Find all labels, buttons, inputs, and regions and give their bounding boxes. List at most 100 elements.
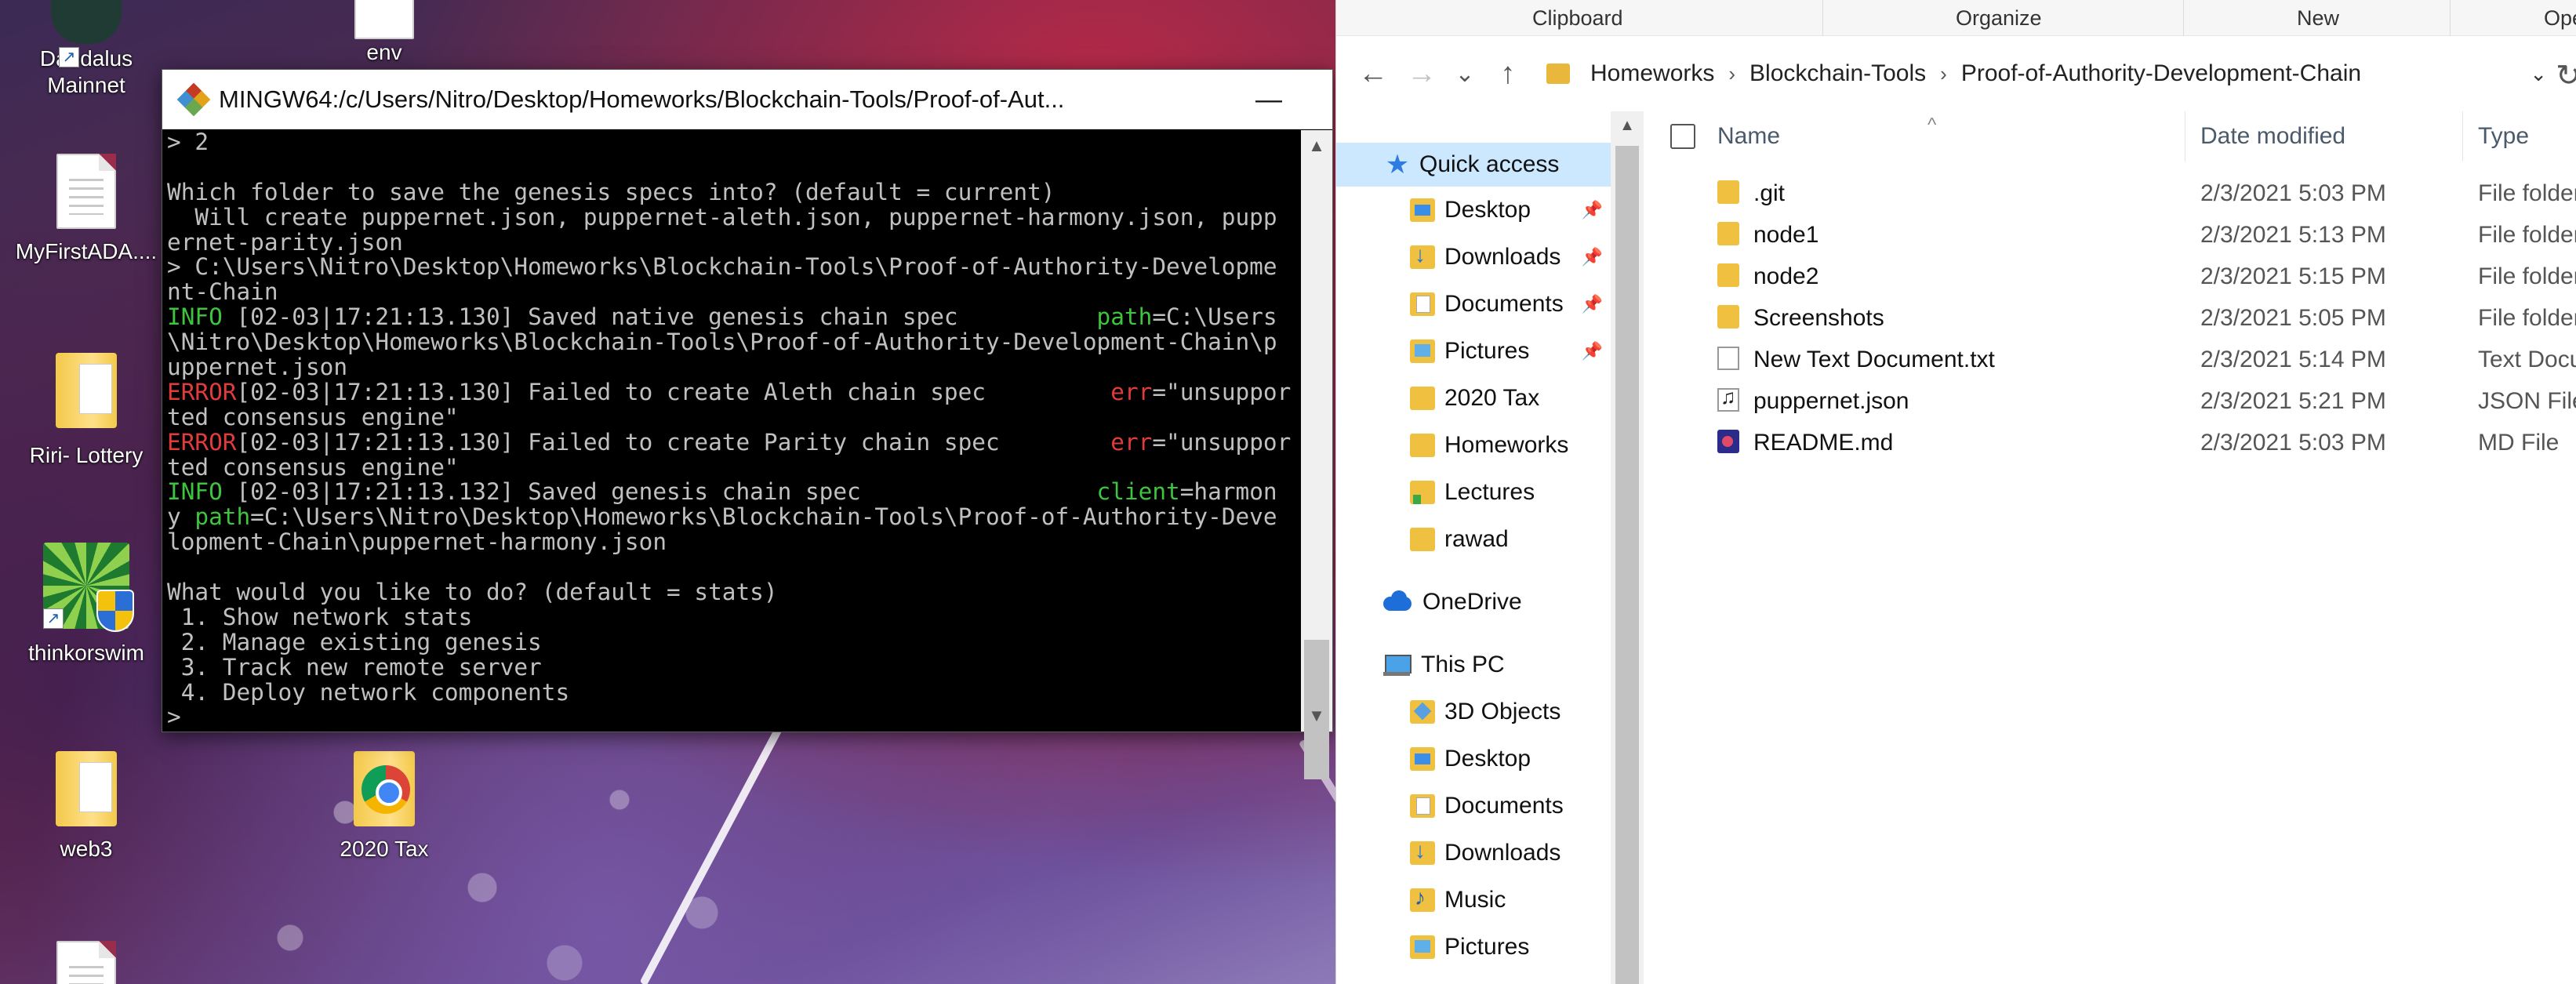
file-row[interactable]: README.md 2/3/2021 5:03 PM MD File (1644, 422, 2576, 463)
column-header-name[interactable]: Name (1717, 111, 1780, 162)
nav-quick-access[interactable]: ★ Quick access (1336, 143, 1611, 187)
chevron-right-icon[interactable]: › (1940, 62, 1947, 86)
terminal-line: Which folder to save the genesis specs i… (167, 180, 1301, 205)
scroll-up-icon[interactable]: ▲ (1611, 111, 1644, 140)
terminal-line: INFO [02-03|17:21:13.132] Saved genesis … (167, 480, 1301, 505)
nav-item-2020-tax[interactable]: 2020 Tax (1336, 376, 1611, 420)
chevron-down-icon[interactable]: ⌄ (2530, 62, 2547, 86)
nav-item-pc-downloads[interactable]: Downloads (1336, 831, 1611, 875)
file-row[interactable]: New Text Document.txt 2/3/2021 5:14 PM Tex… (1644, 339, 2576, 380)
pin-icon[interactable]: 📌 (1582, 200, 1603, 220)
desktop-icon-2020-tax[interactable]: 2020 Tax (298, 751, 471, 862)
desktop-icon-label: Daedalus Mainnet (39, 46, 133, 97)
terminal-text: err (1110, 430, 1153, 456)
nav-item-pc-desktop[interactable]: Desktop (1336, 737, 1611, 781)
column-header-date-modified[interactable]: Date modified (2200, 111, 2345, 162)
terminal-text: > C:\Users\Nitro\Desktop\Homeworks\Block… (167, 255, 1277, 281)
nav-this-pc[interactable]: This PC (1336, 643, 1611, 687)
folder-icon (56, 751, 117, 826)
folder-icon (1410, 387, 1435, 410)
terminal-title-bar[interactable]: MINGW64:/c/Users/Nitro/Desktop/Homeworks… (162, 70, 1332, 129)
terminal-text: 1. Show network stats (167, 605, 473, 630)
terminal-line: uppernet.json (167, 355, 1301, 380)
terminal-line: ERROR[02-03|17:21:13.130] Failed to crea… (167, 430, 1301, 456)
pin-icon[interactable]: 📌 (1582, 247, 1603, 267)
desktop-icon-riri-lottery[interactable]: Riri- Lottery (0, 353, 173, 469)
terminal-text: 4. Deploy network components (167, 680, 570, 706)
terminal-line: ERROR[02-03|17:21:13.130] Failed to crea… (167, 380, 1301, 405)
file-row[interactable]: .git 2/3/2021 5:03 PM File folder (1644, 172, 2576, 214)
minimize-button[interactable]: — (1225, 70, 1313, 129)
file-list[interactable]: Name ^ Date modified Type .git 2/3/2021 5… (1644, 111, 2576, 984)
terminal-output[interactable]: > 2 Which folder to save the genesis spec… (162, 130, 1301, 732)
file-row[interactable]: Screenshots 2/3/2021 5:05 PM File folder (1644, 297, 2576, 339)
file-date-modified: 2/3/2021 5:03 PM (2200, 180, 2386, 206)
ribbon-new-label: New (2297, 6, 2340, 30)
terminal-text: 2. Manage existing genesis (167, 630, 542, 655)
nav-item-homeworks[interactable]: Homeworks (1336, 423, 1611, 467)
nav-item-pictures[interactable]: Pictures 📌 (1336, 329, 1611, 373)
nav-item-label: Music (1444, 887, 1506, 913)
refresh-icon[interactable]: ↻ (2556, 58, 2576, 93)
nav-item-downloads[interactable]: Downloads 📌 (1336, 235, 1611, 279)
terminal-text: ERROR (167, 430, 237, 456)
nav-item-lectures[interactable]: Lectures (1336, 470, 1611, 514)
nav-item-desktop[interactable]: Desktop 📌 (1336, 188, 1611, 232)
recent-locations-button[interactable]: ⌄ (1446, 60, 1484, 88)
maximize-button[interactable]: ☐ (1313, 70, 1335, 129)
breadcrumb-homeworks[interactable]: Homeworks (1590, 60, 1714, 87)
git-bash-icon (176, 82, 211, 116)
breadcrumb-blockchain-tools[interactable]: Blockchain-Tools (1749, 60, 1926, 87)
back-button[interactable]: ← (1349, 57, 1397, 91)
scroll-up-icon[interactable]: ▲ (1301, 130, 1332, 162)
folder-icon (1410, 528, 1435, 551)
file-row[interactable]: node2 2/3/2021 5:15 PM File folder (1644, 256, 2576, 297)
chevron-right-icon[interactable]: › (1728, 62, 1735, 86)
breadcrumb-proof-of-authority[interactable]: Proof-of-Authority-Development-Chain (1961, 60, 2361, 87)
file-explorer-window[interactable]: Clipboard Organize New Ope ← → ⌄ ↑ Homew… (1335, 0, 2576, 984)
terminal-text: \Nitro\Desktop\Homeworks\Blockchain-Tool… (167, 330, 1277, 356)
terminal-line: What would you like to do? (default = st… (167, 580, 1301, 605)
desktop-icon-daedalus[interactable]: ↗ Daedalus Mainnet (0, 0, 173, 99)
breadcrumb[interactable]: Homeworks › Blockchain-Tools › Proof-of-… (1546, 50, 2558, 97)
file-row[interactable]: puppernet.json 2/3/2021 5:21 PM JSON File (1644, 380, 2576, 422)
nav-item-pc-pictures[interactable]: Pictures (1336, 925, 1611, 969)
navigation-scrollbar[interactable]: ▲ (1611, 111, 1644, 984)
scroll-down-icon[interactable]: ▼ (1301, 700, 1332, 732)
terminal-title: MINGW64:/c/Users/Nitro/Desktop/Homeworks… (219, 85, 1065, 113)
desktop-icon-myfirstada[interactable]: MyFirstADA.... (0, 154, 173, 265)
terminal-window[interactable]: MINGW64:/c/Users/Nitro/Desktop/Homeworks… (162, 69, 1333, 779)
desktop-icon-label: env (366, 40, 402, 64)
terminal-scrollbar[interactable]: ▲ ▼ (1301, 130, 1332, 779)
file-row[interactable]: node1 2/3/2021 5:13 PM File folder (1644, 214, 2576, 256)
desktop-icon-env[interactable]: env (298, 0, 471, 66)
terminal-text: =harmon (1179, 480, 1277, 506)
scrollbar-thumb[interactable] (1615, 146, 1639, 984)
desktop-icon-thinkorswim[interactable]: ↗ thinkorswim (0, 543, 173, 666)
terminal-text: ERROR (167, 379, 237, 405)
3d-objects-folder-icon (1410, 700, 1435, 724)
nav-item-documents[interactable]: Documents 📌 (1336, 282, 1611, 326)
desktop-icon-web3[interactable]: web3 (0, 751, 173, 862)
desktop-icon-label: 2020 Tax (340, 837, 429, 861)
folder-icon (1717, 263, 1739, 287)
nav-onedrive[interactable]: OneDrive (1336, 580, 1611, 624)
nav-item-music[interactable]: Music (1336, 878, 1611, 922)
column-header-type[interactable]: Type (2478, 111, 2529, 162)
up-button[interactable]: ↑ (1484, 57, 1532, 91)
file-name: node2 (1753, 263, 1819, 289)
nav-item-pc-documents[interactable]: Documents (1336, 784, 1611, 828)
pin-icon[interactable]: 📌 (1582, 341, 1603, 361)
address-bar-row: ← → ⌄ ↑ Homeworks › Blockchain-Tools › P… (1336, 36, 2576, 111)
pin-icon[interactable]: 📌 (1582, 294, 1603, 314)
nav-item-rawad[interactable]: rawad (1336, 517, 1611, 561)
forward-button[interactable]: → (1397, 57, 1446, 91)
terminal-text: lopment-Chain\puppernet-harmony.json (167, 530, 667, 556)
ribbon-organize-label: Organize (1956, 6, 2042, 30)
file-type: JSON File (2478, 388, 2576, 414)
file-name: node1 (1753, 222, 1819, 248)
navigation-pane[interactable]: ★ Quick access Desktop 📌 Downloads 📌 Doc… (1336, 111, 1611, 984)
select-all-checkbox[interactable] (1670, 124, 1695, 149)
nav-item-3d-objects[interactable]: 3D Objects (1336, 690, 1611, 734)
desktop-icon-document[interactable] (0, 941, 173, 984)
